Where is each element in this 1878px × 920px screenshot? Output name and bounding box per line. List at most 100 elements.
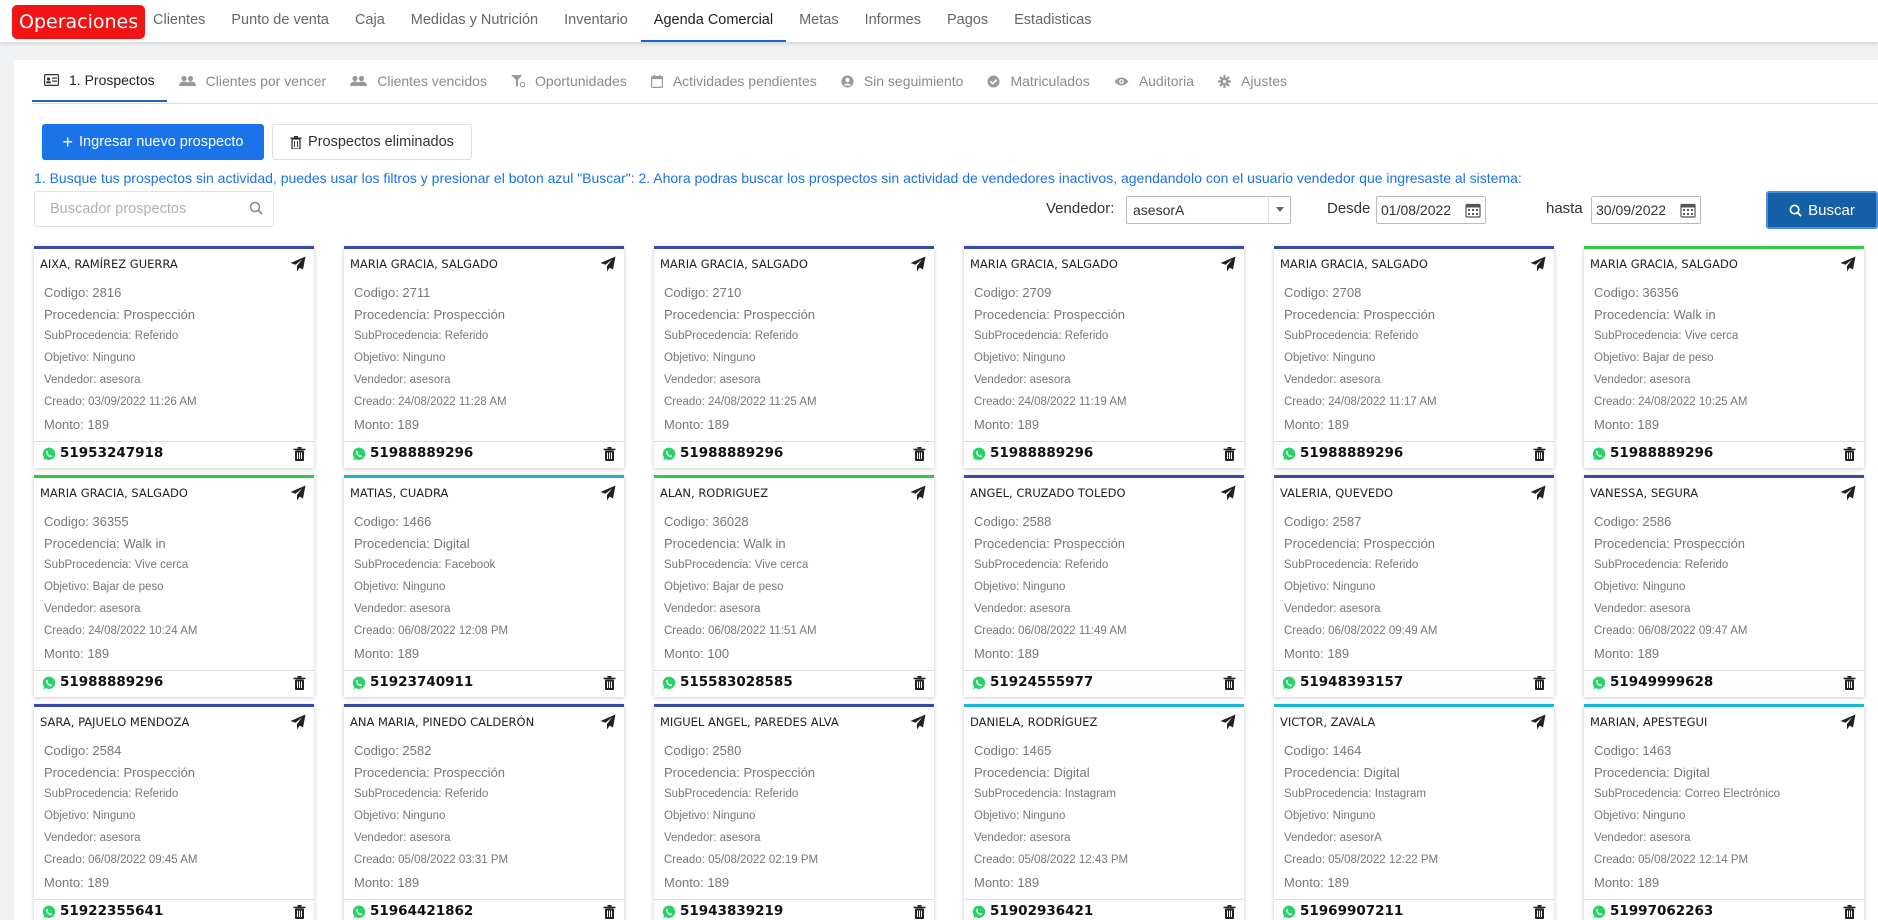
topnav-item[interactable]: Estadisticas [1001, 0, 1104, 42]
prospect-card[interactable]: VICTOR, ZAVALA Codigo: 1464 Procedencia: D… [1274, 704, 1554, 920]
prospect-phone[interactable]: 51969907211 [1300, 903, 1403, 919]
tab-1-prospectos[interactable]: 1. Prospectos [32, 60, 167, 102]
send-icon[interactable] [1530, 714, 1546, 735]
topnav-item[interactable]: Informes [852, 0, 934, 42]
whatsapp-icon[interactable] [42, 447, 56, 466]
prospect-phone[interactable]: 51949999628 [1610, 674, 1713, 690]
prospect-card[interactable]: MARIA GRACIA, SALGADO Codigo: 36356 Proced… [1584, 246, 1864, 468]
whatsapp-icon[interactable] [352, 447, 366, 466]
trash-icon[interactable] [603, 905, 616, 920]
prospect-card[interactable]: MARIA GRACIA, SALGADO Codigo: 2708 Procede… [1274, 246, 1554, 468]
prospect-card[interactable]: MATIAS, CUADRA Codigo: 1466 Procedencia: D… [344, 475, 624, 697]
send-icon[interactable] [600, 714, 616, 735]
desde-date-input[interactable]: 01/08/2022 [1376, 196, 1486, 224]
prospect-phone[interactable]: 515583028585 [680, 674, 793, 690]
prospect-card[interactable]: MARIA GRACIA, SALGADO Codigo: 36355 Proced… [34, 475, 314, 697]
topnav-item[interactable]: Clientes [140, 0, 218, 42]
prospect-phone[interactable]: 51988889296 [1610, 445, 1713, 461]
whatsapp-icon[interactable] [1282, 905, 1296, 920]
topnav-item[interactable]: Punto de venta [218, 0, 342, 42]
prospect-phone[interactable]: 51924555977 [990, 674, 1093, 690]
trash-icon[interactable] [1843, 447, 1856, 466]
send-icon[interactable] [1220, 485, 1236, 506]
trash-icon[interactable] [1843, 676, 1856, 695]
whatsapp-icon[interactable] [662, 447, 676, 466]
prospect-card[interactable]: AIXA, RAMÍREZ GUERRA Codigo: 2816 Proceden… [34, 246, 314, 468]
deleted-prospects-button[interactable]: Prospectos eliminados [272, 124, 472, 160]
send-icon[interactable] [910, 485, 926, 506]
search-input[interactable] [35, 192, 225, 226]
send-icon[interactable] [600, 485, 616, 506]
whatsapp-icon[interactable] [972, 447, 986, 466]
whatsapp-icon[interactable] [1592, 447, 1606, 466]
prospect-phone[interactable]: 51922355641 [60, 903, 163, 919]
whatsapp-icon[interactable] [972, 905, 986, 920]
whatsapp-icon[interactable] [662, 676, 676, 695]
tab-clientes-por-vencer[interactable]: Clientes por vencer [167, 60, 339, 102]
prospect-phone[interactable]: 51997062263 [1610, 903, 1713, 919]
prospect-phone[interactable]: 51988889296 [370, 445, 473, 461]
tab-clientes-vencidos[interactable]: Clientes vencidos [338, 60, 499, 102]
tab-sin-seguimiento[interactable]: Sin seguimiento [829, 60, 976, 102]
trash-icon[interactable] [293, 676, 306, 695]
calendar-icon[interactable] [1465, 202, 1481, 218]
trash-icon[interactable] [603, 676, 616, 695]
topnav-item[interactable]: Metas [786, 0, 852, 42]
hasta-date-input[interactable]: 30/09/2022 [1591, 196, 1701, 224]
tab-ajustes[interactable]: Ajustes [1206, 60, 1299, 102]
prospect-card[interactable]: VANESSA, SEGURA Codigo: 2586 Procedencia: … [1584, 475, 1864, 697]
prospect-phone[interactable]: 51943839219 [680, 903, 783, 919]
prospect-card[interactable]: DANIELA, RODRÍGUEZ Codigo: 1465 Procedenci… [964, 704, 1244, 920]
whatsapp-icon[interactable] [1282, 676, 1296, 695]
send-icon[interactable] [1530, 485, 1546, 506]
tab-oportunidades[interactable]: Oportunidades [499, 60, 639, 102]
whatsapp-icon[interactable] [1282, 447, 1296, 466]
topnav-item[interactable]: Medidas y Nutrición [398, 0, 551, 42]
prospect-phone[interactable]: 51923740911 [370, 674, 473, 690]
trash-icon[interactable] [1533, 447, 1546, 466]
prospect-phone[interactable]: 51988889296 [1300, 445, 1403, 461]
trash-icon[interactable] [1223, 676, 1236, 695]
whatsapp-icon[interactable] [1592, 905, 1606, 920]
prospect-phone[interactable]: 51988889296 [990, 445, 1093, 461]
send-icon[interactable] [1840, 485, 1856, 506]
trash-icon[interactable] [1533, 905, 1546, 920]
send-icon[interactable] [1530, 256, 1546, 277]
calendar-icon[interactable] [1680, 202, 1696, 218]
prospect-card[interactable]: MARIA GRACIA, SALGADO Codigo: 2710 Procede… [654, 246, 934, 468]
topnav-item[interactable]: Inventario [551, 0, 641, 42]
prospect-phone[interactable]: 51953247918 [60, 445, 163, 461]
tab-actividades-pendientes[interactable]: Actividades pendientes [639, 60, 829, 102]
send-icon[interactable] [910, 714, 926, 735]
whatsapp-icon[interactable] [972, 676, 986, 695]
search-icon[interactable] [249, 201, 263, 215]
trash-icon[interactable] [1533, 676, 1546, 695]
prospect-phone[interactable]: 51948393157 [1300, 674, 1403, 690]
send-icon[interactable] [290, 485, 306, 506]
topnav-item[interactable]: Agenda Comercial [640, 0, 787, 42]
send-icon[interactable] [910, 256, 926, 277]
vendedor-select[interactable]: asesorA [1126, 196, 1291, 224]
whatsapp-icon[interactable] [1592, 676, 1606, 695]
whatsapp-icon[interactable] [662, 905, 676, 920]
prospect-card[interactable]: MIGUEL ANGEL, PAREDES ALVA Codigo: 2580 Pr… [654, 704, 934, 920]
trash-icon[interactable] [293, 447, 306, 466]
prospect-phone[interactable]: 51988889296 [60, 674, 163, 690]
trash-icon[interactable] [603, 447, 616, 466]
topnav-item[interactable]: Caja [342, 0, 398, 42]
new-prospect-button[interactable]: + Ingresar nuevo prospecto [42, 124, 264, 160]
whatsapp-icon[interactable] [42, 676, 56, 695]
send-icon[interactable] [1220, 256, 1236, 277]
whatsapp-icon[interactable] [352, 676, 366, 695]
prospect-card[interactable]: MARIA GRACIA, SALGADO Codigo: 2709 Procede… [964, 246, 1244, 468]
prospect-card[interactable]: VALERIA, QUEVEDO Codigo: 2587 Procedencia:… [1274, 475, 1554, 697]
send-icon[interactable] [1840, 714, 1856, 735]
trash-icon[interactable] [913, 676, 926, 695]
send-icon[interactable] [600, 256, 616, 277]
trash-icon[interactable] [913, 905, 926, 920]
send-icon[interactable] [290, 714, 306, 735]
prospect-phone[interactable]: 51964421862 [370, 903, 473, 919]
send-icon[interactable] [1840, 256, 1856, 277]
prospect-card[interactable]: ANA MARIA, PINEDO CALDERÓN Codigo: 2582 Pr… [344, 704, 624, 920]
prospect-card[interactable]: MARIAN, APESTEGUI Codigo: 1463 Procedencia… [1584, 704, 1864, 920]
